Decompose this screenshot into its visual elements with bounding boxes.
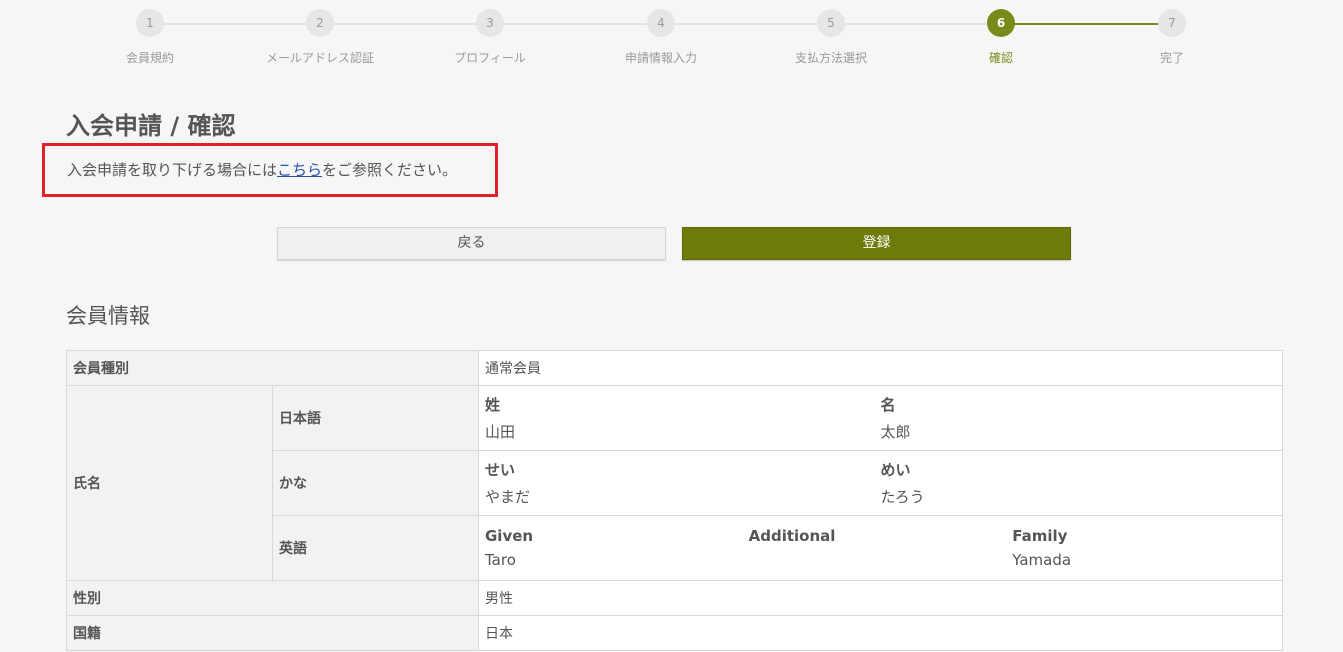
row-header: 会員種別 (66, 350, 479, 386)
row-header: 性別 (66, 580, 479, 616)
first-name-kana-label: めい (880, 461, 911, 479)
table-row-member-type: 会員種別 通常会員 (66, 350, 1283, 386)
step-label: プロフィール (454, 51, 526, 65)
step-6: 6 確認 (941, 9, 1061, 66)
last-name-kana-label: せい (485, 461, 516, 479)
step-number: 7 (1158, 9, 1186, 37)
notice-text-after: をご参照ください。 (322, 161, 458, 179)
last-name-kana-block: せい やまだ (485, 459, 881, 507)
step-label: メールアドレス認証 (265, 51, 374, 65)
notice-text-before: 入会申請を取り下げる場合には (67, 161, 278, 179)
last-name-value: 山田 (485, 423, 516, 441)
name-kana-cell: せい やまだ めい たろう (478, 450, 1283, 516)
step-number: 5 (817, 9, 845, 37)
gender-value: 男性 (478, 580, 1283, 616)
first-name-block: 名 太郎 (881, 394, 1277, 442)
sub-header-japanese: 日本語 (272, 385, 479, 451)
register-button[interactable]: 登録 (682, 227, 1071, 260)
step-label: 会員規約 (125, 51, 174, 65)
step-label: 確認 (988, 51, 1013, 65)
progress-stepper: 1 会員規約 2 メールアドレス認証 3 プロフィール 4 申請情報入力 5 支… (0, 0, 1343, 80)
step-1: 1 会員規約 (90, 9, 210, 66)
sub-header-english: 英語 (272, 515, 479, 581)
nationality-value: 日本 (478, 615, 1283, 651)
family-name-block: Family Yamada (1012, 527, 1276, 569)
row-header-name: 氏名 (66, 385, 273, 581)
last-name-block: 姓 山田 (485, 394, 881, 442)
step-number: 6 (987, 9, 1015, 37)
family-name-label: Family (1012, 527, 1068, 545)
additional-name-label: Additional (748, 527, 836, 545)
first-name-label: 名 (880, 396, 896, 414)
table-row-name-japanese: 氏名 日本語 姓 山田 名 太郎 (66, 385, 1283, 581)
back-button[interactable]: 戻る (277, 227, 666, 260)
first-name-kana-block: めい たろう (881, 459, 1277, 507)
table-row-gender: 性別 男性 (66, 580, 1283, 616)
family-name-value: Yamada (1012, 551, 1072, 569)
page-title: 入会申請 / 確認 (66, 112, 236, 140)
member-info-table: 会員種別 通常会員 氏名 日本語 姓 山田 名 太郎 かな せい やまだ めい … (66, 350, 1283, 651)
last-name-kana-value: やまだ (485, 488, 531, 506)
step-number: 3 (476, 9, 504, 37)
step-label: 申請情報入力 (624, 51, 697, 65)
additional-name-value (749, 551, 1013, 569)
table-row-nationality: 国籍 日本 (66, 615, 1283, 651)
withdraw-info-link[interactable]: こちら (277, 161, 322, 179)
name-english-cell: Given Taro Additional Family Yamada (478, 515, 1283, 581)
step-number: 1 (136, 9, 164, 37)
step-number: 2 (306, 9, 334, 37)
step-3: 3 プロフィール (430, 9, 550, 66)
withdraw-notice: 入会申請を取り下げる場合にはこちらをご参照ください。 (42, 143, 498, 197)
row-header: 国籍 (66, 615, 479, 651)
section-title: 会員情報 (66, 304, 150, 328)
name-japanese-cell: 姓 山田 名 太郎 (478, 385, 1283, 451)
first-name-kana-value: たろう (880, 488, 925, 506)
additional-name-block: Additional (749, 527, 1013, 569)
step-2: 2 メールアドレス認証 (260, 9, 380, 66)
given-name-block: Given Taro (485, 527, 749, 569)
step-4: 4 申請情報入力 (601, 9, 721, 66)
sub-header-kana: かな (272, 450, 479, 516)
given-name-label: Given (485, 527, 534, 545)
given-name-value: Taro (485, 551, 516, 569)
last-name-label: 姓 (485, 396, 501, 414)
step-label: 支払方法選択 (794, 51, 867, 65)
first-name-value: 太郎 (880, 423, 911, 441)
member-type-value: 通常会員 (478, 350, 1283, 386)
step-5: 5 支払方法選択 (771, 9, 891, 66)
step-7: 7 完了 (1112, 9, 1232, 66)
step-label: 完了 (1159, 51, 1184, 65)
step-number: 4 (647, 9, 675, 37)
